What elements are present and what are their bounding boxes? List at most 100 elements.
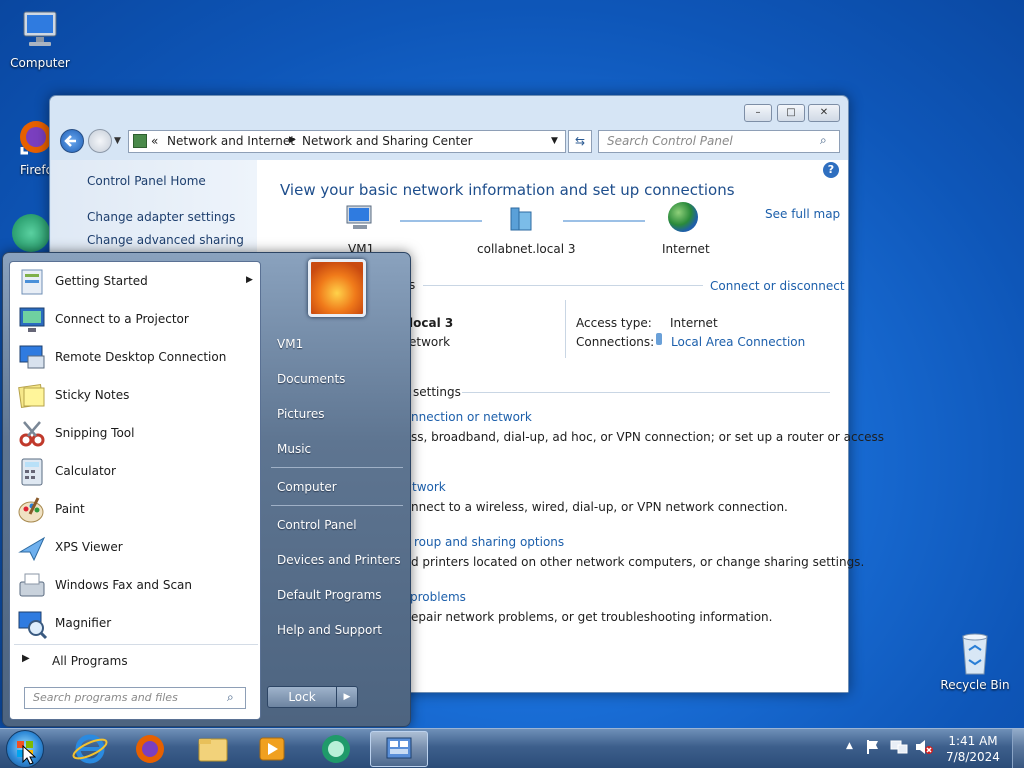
user-avatar[interactable] [308, 259, 366, 317]
breadcrumb-overflow[interactable]: « [151, 134, 158, 148]
section-divider [462, 392, 830, 393]
program-snipping-tool[interactable]: Snipping Tool [14, 416, 258, 452]
green-app-icon [322, 735, 350, 763]
program-xps-viewer[interactable]: XPS Viewer [14, 530, 258, 566]
magnifier-icon [18, 611, 48, 640]
back-button[interactable] [60, 129, 84, 153]
setup-connection-link[interactable]: nnection or network [411, 410, 532, 424]
taskbar-explorer[interactable] [187, 731, 239, 767]
snipping-tool-icon [19, 421, 45, 447]
breadcrumb-network-internet[interactable]: Network and Internet [167, 134, 295, 148]
volume-muted-icon[interactable] [914, 739, 934, 755]
close-button[interactable]: ✕ [808, 104, 840, 122]
start-search-input[interactable]: Search programs and files ⌕ [24, 687, 246, 709]
start-user-vm1[interactable]: VM1 [277, 337, 303, 351]
menu-divider [271, 505, 403, 506]
program-calculator[interactable]: Calculator [14, 454, 258, 490]
fax-scan-icon [19, 573, 45, 597]
change-adapter-settings-link[interactable]: Change adapter settings [87, 210, 235, 224]
program-magnifier[interactable]: Magnifier [14, 606, 258, 642]
start-menu-programs-pane: Getting Started ▶ Connect to a Projector… [9, 261, 261, 720]
map-node-network: collabnet.local 3 [477, 242, 576, 256]
action-center-flag-icon[interactable] [866, 739, 880, 755]
clock[interactable]: 1:41 AM 7/8/2024 [940, 733, 1006, 765]
refresh-button[interactable]: ⇆ [568, 130, 592, 153]
local-area-connection-link[interactable]: Local Area Connection [671, 335, 805, 349]
program-label: XPS Viewer [55, 540, 123, 554]
program-label: Paint [55, 502, 85, 516]
show-hidden-icons[interactable]: ▲ [846, 741, 853, 751]
map-line [563, 220, 645, 222]
program-label: Sticky Notes [55, 388, 130, 402]
taskbar-internet-explorer[interactable] [64, 731, 116, 767]
back-arrow-icon [64, 135, 76, 147]
ethernet-icon [656, 333, 662, 345]
desktop-icon-label: Computer [10, 56, 70, 70]
start-devices-printers[interactable]: Devices and Printers [277, 553, 401, 567]
control-panel-home-link[interactable]: Control Panel Home [87, 174, 206, 188]
start-computer[interactable]: Computer [277, 480, 337, 494]
search-input[interactable]: Search Control Panel [598, 130, 840, 153]
network-tray-icon[interactable] [890, 739, 908, 755]
program-label: Calculator [55, 464, 116, 478]
connections-label: Connections: [576, 335, 655, 349]
change-advanced-sharing-link[interactable]: Change advanced sharing [87, 233, 244, 247]
taskbar-firefox[interactable] [124, 731, 176, 767]
start-pictures[interactable]: Pictures [277, 407, 325, 421]
all-programs-button[interactable]: ▶ All Programs [14, 650, 258, 674]
desktop-icon-computer[interactable]: Computer [0, 8, 80, 70]
vm1-computer-icon [343, 204, 377, 235]
program-label: Snipping Tool [55, 426, 135, 440]
homegroup-sharing-link[interactable]: roup and sharing options [414, 535, 564, 549]
help-icon[interactable]: ? [823, 162, 839, 178]
history-dropdown-icon[interactable]: ▼ [114, 136, 121, 146]
see-full-map-link[interactable]: See full map [765, 207, 840, 221]
menu-divider [14, 644, 258, 645]
desktop-app-icon[interactable] [12, 214, 50, 252]
start-control-panel[interactable]: Control Panel [277, 518, 357, 532]
program-paint[interactable]: Paint [14, 492, 258, 528]
program-remote-desktop[interactable]: Remote Desktop Connection [14, 340, 258, 376]
sticky-notes-icon [18, 384, 45, 408]
network-type: etwork [409, 335, 451, 349]
start-help-support[interactable]: Help and Support [277, 623, 382, 637]
control-panel-icon [133, 134, 147, 148]
submenu-arrow-icon: ▶ [246, 275, 253, 285]
minimize-button[interactable]: – [744, 104, 772, 122]
map-node-internet: Internet [662, 242, 710, 256]
start-music[interactable]: Music [277, 442, 311, 456]
connect-network-link[interactable]: twork [412, 480, 446, 494]
maximize-button[interactable]: □ [777, 104, 805, 122]
projector-icon [19, 307, 45, 332]
taskbar-control-panel-active[interactable] [370, 731, 428, 767]
troubleshoot-link[interactable]: problems [410, 590, 466, 604]
connect-network-desc: nnect to a wireless, wired, dial-up, or … [411, 500, 788, 514]
address-bar[interactable]: « Network and Internet ▶ Network and Sha… [128, 130, 566, 153]
program-label: Getting Started [55, 274, 148, 288]
start-documents[interactable]: Documents [277, 372, 345, 386]
show-desktop-button[interactable] [1012, 729, 1024, 768]
shutdown-options-button[interactable]: ▶ [336, 686, 358, 708]
breadcrumb-separator-icon[interactable]: ▶ [289, 135, 296, 145]
computer-icon [16, 8, 64, 52]
search-icon[interactable]: ⌕ [820, 133, 827, 148]
taskbar-app-green[interactable] [310, 731, 362, 767]
program-sticky-notes[interactable]: Sticky Notes [14, 378, 258, 414]
access-type-value: Internet [670, 316, 718, 330]
program-fax-scan[interactable]: Windows Fax and Scan [14, 568, 258, 604]
taskbar-media-player[interactable] [246, 731, 298, 767]
control-panel-icon [386, 737, 412, 759]
program-getting-started[interactable]: Getting Started ▶ [14, 264, 258, 300]
breadcrumb-network-sharing[interactable]: Network and Sharing Center [302, 134, 473, 148]
program-connect-projector[interactable]: Connect to a Projector [14, 302, 258, 338]
clock-date: 7/8/2024 [946, 750, 1000, 764]
start-menu: Getting Started ▶ Connect to a Projector… [2, 252, 411, 727]
connect-disconnect-link[interactable]: Connect or disconnect [710, 279, 845, 293]
address-dropdown-icon[interactable]: ▼ [551, 136, 558, 146]
map-line [400, 220, 482, 222]
start-default-programs[interactable]: Default Programs [277, 588, 382, 602]
lock-button[interactable]: Lock [267, 686, 337, 708]
forward-button[interactable] [88, 129, 112, 153]
folder-icon [198, 738, 228, 762]
desktop-icon-recycle-bin[interactable]: Recycle Bin [935, 630, 1015, 692]
